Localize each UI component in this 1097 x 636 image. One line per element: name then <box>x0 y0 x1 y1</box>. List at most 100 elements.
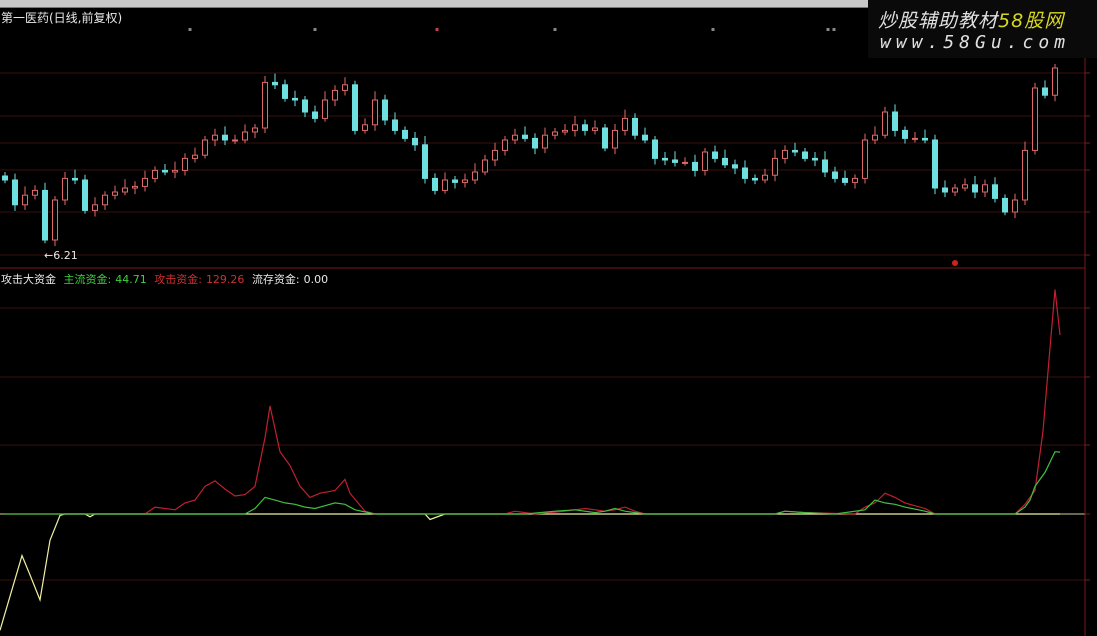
candle-down <box>12 179 18 206</box>
candle-down <box>902 129 908 139</box>
signal-dot <box>188 28 192 31</box>
candle-up <box>172 169 178 173</box>
candle-down <box>352 84 358 131</box>
candle-up <box>142 177 148 187</box>
candle-up <box>962 184 968 189</box>
candle-down <box>2 175 8 181</box>
candle-up <box>102 194 108 206</box>
candle-down <box>632 117 638 136</box>
candle-up <box>512 134 518 141</box>
candle-down <box>82 179 88 211</box>
candle-down <box>452 179 458 183</box>
main-fund-line <box>5 451 1061 515</box>
signal-markers <box>188 28 958 266</box>
candle-down <box>892 111 898 131</box>
candle-up <box>252 127 258 133</box>
candle-up <box>112 191 118 196</box>
candle-down <box>722 157 728 166</box>
candle-up <box>502 139 508 151</box>
candle-down <box>522 134 528 139</box>
candle-down <box>382 99 388 121</box>
candle-down <box>792 149 798 153</box>
candle-up <box>762 174 768 181</box>
candle-down <box>942 187 948 193</box>
candle-down <box>602 127 608 149</box>
watermark: 炒股辅助教材58股网 www.58Gu.com <box>868 0 1097 58</box>
candle-up <box>52 199 58 241</box>
watermark-brand: 炒股辅助教材 <box>878 10 999 32</box>
candle-down <box>532 137 538 149</box>
candle-down <box>392 119 398 131</box>
candle-up <box>622 117 628 131</box>
signal-dot <box>826 28 830 31</box>
candle-up <box>62 177 68 201</box>
candle-up <box>592 127 598 131</box>
candle-up <box>472 171 478 181</box>
min-price-label: ←6.21 <box>44 249 78 262</box>
candle-up <box>1012 199 1018 213</box>
candle-up <box>182 157 188 171</box>
candle-down <box>292 97 298 101</box>
candle-up <box>362 124 368 131</box>
remain-fund-line <box>0 513 1060 631</box>
candle-up <box>132 185 138 189</box>
watermark-url: www.58Gu.com <box>880 32 1071 53</box>
legend-remain-label: 流存资金: <box>251 273 300 286</box>
candle-down <box>642 134 648 141</box>
candle-up <box>262 81 268 129</box>
chart-canvas <box>0 28 1090 636</box>
indicator-legend: 攻击大资金 主流资金: 44.71 攻击资金: 129.26 流存资金: 0.00 <box>1 271 332 287</box>
candle-up <box>1022 149 1028 201</box>
candle-up <box>22 194 28 206</box>
candle-up <box>852 177 858 183</box>
candle-down <box>972 184 978 193</box>
candle-down <box>652 139 658 159</box>
candle-down <box>732 164 738 169</box>
candle-up <box>982 184 988 193</box>
candle-down <box>42 189 48 241</box>
candle-down <box>752 177 758 181</box>
candle-up <box>482 159 488 173</box>
candle-down <box>662 157 668 161</box>
candlesticks <box>2 64 1058 247</box>
candle-down <box>162 169 168 173</box>
candle-up <box>702 151 708 171</box>
candle-up <box>572 124 578 131</box>
candle-down <box>832 171 838 179</box>
signal-dot <box>313 28 317 31</box>
indicator-lines <box>0 289 1061 631</box>
candle-down <box>422 144 428 179</box>
candle-up <box>32 189 38 196</box>
candle-down <box>842 177 848 183</box>
candle-down <box>282 84 288 99</box>
candle-up <box>442 179 448 191</box>
candle-down <box>302 99 308 113</box>
candle-up <box>542 134 548 149</box>
candle-up <box>562 129 568 133</box>
candle-up <box>782 149 788 159</box>
watermark-brand-highlight: 58股网 <box>998 10 1065 32</box>
candle-down <box>692 161 698 171</box>
candle-down <box>272 81 278 86</box>
candle-up <box>912 137 918 140</box>
candle-up <box>372 99 378 126</box>
legend-main-value: 44.71 <box>115 273 147 286</box>
candle-down <box>742 167 748 179</box>
candle-up <box>332 89 338 101</box>
candle-up <box>882 111 888 136</box>
candle-up <box>1032 87 1038 151</box>
candle-up <box>322 99 328 119</box>
candle-up <box>952 187 958 193</box>
candle-down <box>1002 197 1008 213</box>
candle-down <box>672 159 678 163</box>
candle-up <box>612 129 618 149</box>
candle-up <box>552 131 558 136</box>
candle-down <box>932 139 938 189</box>
candle-down <box>712 151 718 159</box>
candle-down <box>402 129 408 139</box>
candle-down <box>922 137 928 141</box>
candle-down <box>432 177 438 191</box>
candle-down <box>1042 87 1048 96</box>
candle-up <box>492 149 498 161</box>
indicator-name: 攻击大资金 <box>1 273 56 286</box>
